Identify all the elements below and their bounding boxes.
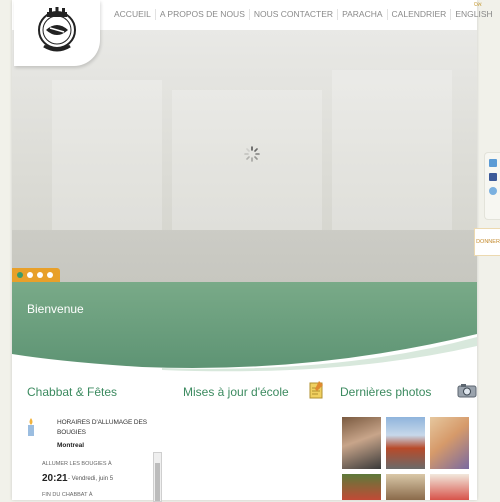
loading-spinner-icon	[244, 146, 260, 162]
holidays-heading: Chabbat & Fêtes	[27, 385, 118, 399]
photo-thumbnail[interactable]	[386, 417, 425, 469]
welcome-heading: Bienvenue	[27, 302, 84, 316]
crest-icon	[38, 7, 76, 52]
shabbat-end-label: FIN DU CHABBAT À	[42, 492, 93, 498]
facebook-icon[interactable]	[489, 173, 497, 181]
slide-dot-3[interactable]	[37, 272, 43, 278]
hero-slideshow[interactable]	[12, 30, 477, 282]
welcome-banner	[12, 282, 477, 372]
nav-english[interactable]: ENGLISH	[451, 9, 496, 20]
photo-thumbnail[interactable]	[430, 474, 469, 500]
photo-thumbnail[interactable]	[342, 474, 381, 500]
slide-dot-4[interactable]	[47, 272, 53, 278]
nav-contact[interactable]: NOUS CONTACTER	[250, 9, 339, 20]
candle-lighting-label: ALLUMER LES BOUGIES À	[42, 461, 112, 467]
photo-thumbnail[interactable]	[342, 417, 381, 469]
photo-thumbnail[interactable]	[386, 474, 425, 500]
candle-lighting-date: - Vendredi, juin 5	[68, 476, 114, 482]
email-icon[interactable]	[489, 159, 497, 167]
banner-wave-shape	[12, 282, 477, 372]
hebrew-language-link[interactable]: אס	[474, 2, 482, 8]
share-icon[interactable]	[489, 187, 497, 195]
candle-lighting-time: 20:21	[42, 473, 68, 484]
hero-ground-shape	[12, 230, 477, 282]
nav-accueil[interactable]: ACCUEIL	[110, 9, 156, 20]
notepad-icon	[309, 381, 323, 399]
schedule-city: Montreal	[57, 442, 85, 449]
photos-heading: Dernières photos	[340, 385, 432, 399]
school-updates-heading: Mises à jour d'école	[183, 385, 289, 399]
schedule-scrollbar[interactable]	[153, 452, 162, 502]
slide-dots	[12, 268, 60, 282]
donate-button[interactable]: DONNER	[474, 228, 500, 256]
site-logo[interactable]	[14, 0, 100, 66]
slide-dot-1[interactable]	[17, 272, 23, 278]
photo-thumbnail[interactable]	[430, 417, 469, 469]
hero-building-shape	[332, 70, 452, 230]
hero-building-shape	[52, 80, 162, 230]
scrollbar-thumb[interactable]	[155, 463, 160, 501]
slide-dot-2[interactable]	[27, 272, 33, 278]
main-nav: ACCUEIL A PROPOS DE NOUS NOUS CONTACTER …	[110, 9, 497, 20]
candle-schedule-title: HORAIRES D'ALLUMAGE DES BOUGIES	[57, 419, 147, 436]
nav-calendrier[interactable]: CALENDRIER	[388, 9, 452, 20]
share-rail	[484, 152, 500, 220]
camera-icon	[457, 384, 477, 398]
nav-paracha[interactable]: PARACHA	[338, 9, 388, 20]
candle-icon	[28, 418, 34, 436]
nav-a-propos[interactable]: A PROPOS DE NOUS	[156, 9, 250, 20]
